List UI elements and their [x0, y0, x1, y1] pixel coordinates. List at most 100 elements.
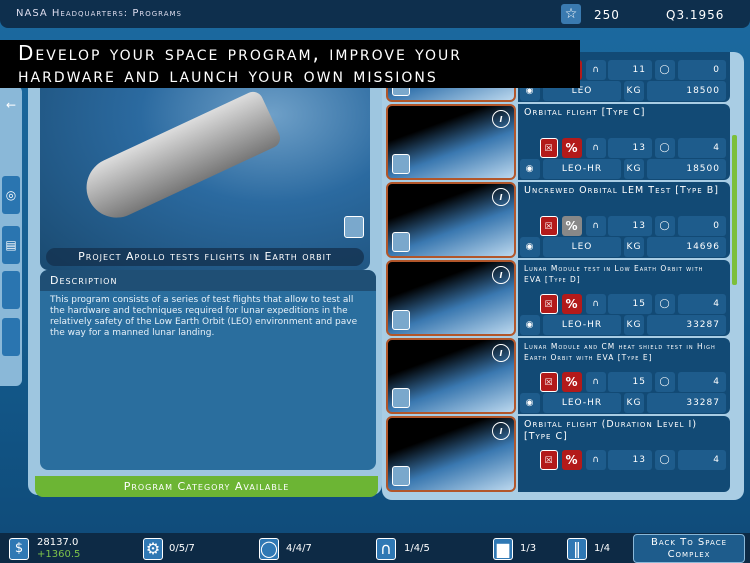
info-icon[interactable]: i [492, 188, 510, 206]
controllers-required: 11 [608, 60, 652, 80]
headset-icon: ∩ [586, 372, 606, 392]
payload-mass: 18500 [647, 159, 726, 179]
gear-icon[interactable]: ⚙ [143, 538, 163, 560]
percent-icon[interactable]: % [562, 216, 582, 236]
controller-count: 1/4/5 [404, 543, 430, 554]
controllers-required: 13 [608, 138, 652, 158]
globe-icon: ◉ [520, 393, 540, 413]
info-icon[interactable]: i [492, 422, 510, 440]
mission-details: Lunar Module and CM heat shield test in … [518, 338, 730, 414]
director-icon[interactable] [392, 310, 410, 330]
director-icon[interactable] [392, 466, 410, 486]
astronaut-helmet-icon[interactable]: ◯ [259, 538, 279, 560]
side-tab[interactable] [2, 271, 20, 309]
kg-label: KG [624, 393, 644, 413]
engineering-count: 0/5/7 [169, 543, 195, 554]
kg-label: KG [624, 237, 644, 257]
astronauts-required: 4 [678, 450, 726, 470]
controllers-required: 13 [608, 216, 652, 236]
astronaut-helmet-icon: ◯ [655, 450, 675, 470]
mission-item[interactable]: i Lunar Module test in Low Earth Orbit w… [386, 260, 730, 338]
info-icon[interactable]: i [492, 344, 510, 362]
money: 28137.0 [37, 537, 79, 548]
globe-icon: ◉ [520, 237, 540, 257]
mission-item[interactable]: i Uncrewed Orbital LEM Test [Type B] ☒ %… [386, 182, 730, 260]
kg-label: KG [624, 159, 644, 179]
percent-icon[interactable]: % [562, 294, 582, 314]
headset-icon: ∩ [586, 294, 606, 314]
director-icon[interactable] [392, 388, 410, 408]
mission-image: i [386, 416, 516, 492]
program-panel: Project Apollo tests flights in Earth or… [28, 40, 382, 495]
director-icon[interactable] [392, 154, 410, 174]
mission-list-panel: ection i ☒ % ∩ 11 ◯ 0 ◉ LEO KG 18500 i O… [382, 52, 744, 500]
kg-label: KG [624, 81, 644, 101]
list-icon[interactable]: ▤ [2, 226, 20, 264]
director-icon[interactable] [344, 216, 364, 238]
income: +1360.5 [37, 549, 81, 560]
rocket-icon[interactable]: ‖ [567, 538, 587, 560]
prestige-count: 250 [594, 8, 620, 22]
mission-image: i [386, 338, 516, 414]
percent-icon[interactable]: % [562, 372, 582, 392]
headset-icon: ∩ [586, 60, 606, 80]
mission-details: Orbital flight (Duration Level I) [Type … [518, 416, 730, 492]
program-caption: Project Apollo tests flights in Earth or… [46, 248, 364, 266]
mission-name: Lunar Module test in Low Earth Orbit wit… [524, 264, 704, 284]
target-icon[interactable]: ◎ [2, 176, 20, 214]
facility-count: 1/3 [520, 543, 537, 554]
mission-name: Orbital flight [Type C] [524, 107, 646, 118]
mission-details: Orbital flight [Type C] ☒ % ∩ 13 ◯ 4 ◉ L… [518, 104, 730, 180]
globe-icon: ◉ [520, 315, 540, 335]
percent-icon[interactable]: % [562, 450, 582, 470]
astronauts-required: 4 [678, 294, 726, 314]
cancel-icon[interactable]: ☒ [540, 372, 558, 392]
page-title: NASA Headquarters: Programs [16, 8, 183, 19]
back-to-space-complex-button[interactable]: Back To Space Complex [633, 534, 745, 563]
astronaut-count: 4/4/7 [286, 543, 312, 554]
cancel-icon[interactable]: ☒ [540, 450, 558, 470]
astronaut-helmet-icon: ◯ [655, 138, 675, 158]
orbit: LEO-HR [543, 393, 621, 413]
astronaut-helmet-icon: ◯ [655, 372, 675, 392]
star-icon[interactable]: ☆ [561, 4, 581, 24]
headset-icon[interactable]: ∩ [376, 538, 396, 560]
info-icon[interactable]: i [492, 266, 510, 284]
orbit: LEO-HR [543, 159, 621, 179]
controllers-required: 15 [608, 294, 652, 314]
controllers-required: 15 [608, 372, 652, 392]
cancel-icon[interactable]: ☒ [540, 216, 558, 236]
cancel-icon[interactable]: ☒ [540, 294, 558, 314]
description-title: Description [40, 270, 376, 291]
controllers-required: 13 [608, 450, 652, 470]
astronaut-helmet-icon: ◯ [655, 216, 675, 236]
mission-details: Uncrewed Orbital LEM Test [Type B] ☒ % ∩… [518, 182, 730, 258]
dollar-icon: $ [9, 538, 29, 560]
globe-icon: ◉ [520, 159, 540, 179]
facility-icon[interactable]: ▆ [493, 538, 513, 560]
back-arrow-icon[interactable]: ← [2, 86, 20, 124]
mission-item[interactable]: i Orbital flight (Duration Level I) [Typ… [386, 416, 730, 494]
orbit: LEO-HR [543, 315, 621, 335]
headset-icon: ∩ [586, 450, 606, 470]
orbit: LEO [543, 237, 621, 257]
scrollbar[interactable] [732, 135, 737, 285]
astronauts-required: 4 [678, 372, 726, 392]
description-box: Description This program consists of a s… [40, 270, 376, 470]
director-icon[interactable] [392, 232, 410, 252]
mission-item[interactable]: i Lunar Module and CM heat shield test i… [386, 338, 730, 416]
side-tab[interactable] [2, 318, 20, 356]
promo-banner: Develop your space program, improve your… [0, 40, 580, 88]
cancel-icon[interactable]: ☒ [540, 138, 558, 158]
mission-item[interactable]: i Orbital flight [Type C] ☒ % ∩ 13 ◯ 4 ◉… [386, 104, 730, 182]
info-icon[interactable]: i [492, 110, 510, 128]
spacecraft-image [76, 88, 284, 228]
mission-name: Uncrewed Orbital LEM Test [Type B] [524, 185, 719, 196]
mission-image: i [386, 182, 516, 258]
payload-mass: 18500 [647, 81, 726, 101]
mission-name: Orbital flight (Duration Level I) [Type … [524, 419, 698, 442]
bottom-bar: $ 28137.0 +1360.5 ⚙ 0/5/7 ◯ 4/4/7 ∩ 1/4/… [0, 533, 750, 563]
mission-image: i [386, 104, 516, 180]
percent-icon[interactable]: % [562, 138, 582, 158]
headset-icon: ∩ [586, 216, 606, 236]
